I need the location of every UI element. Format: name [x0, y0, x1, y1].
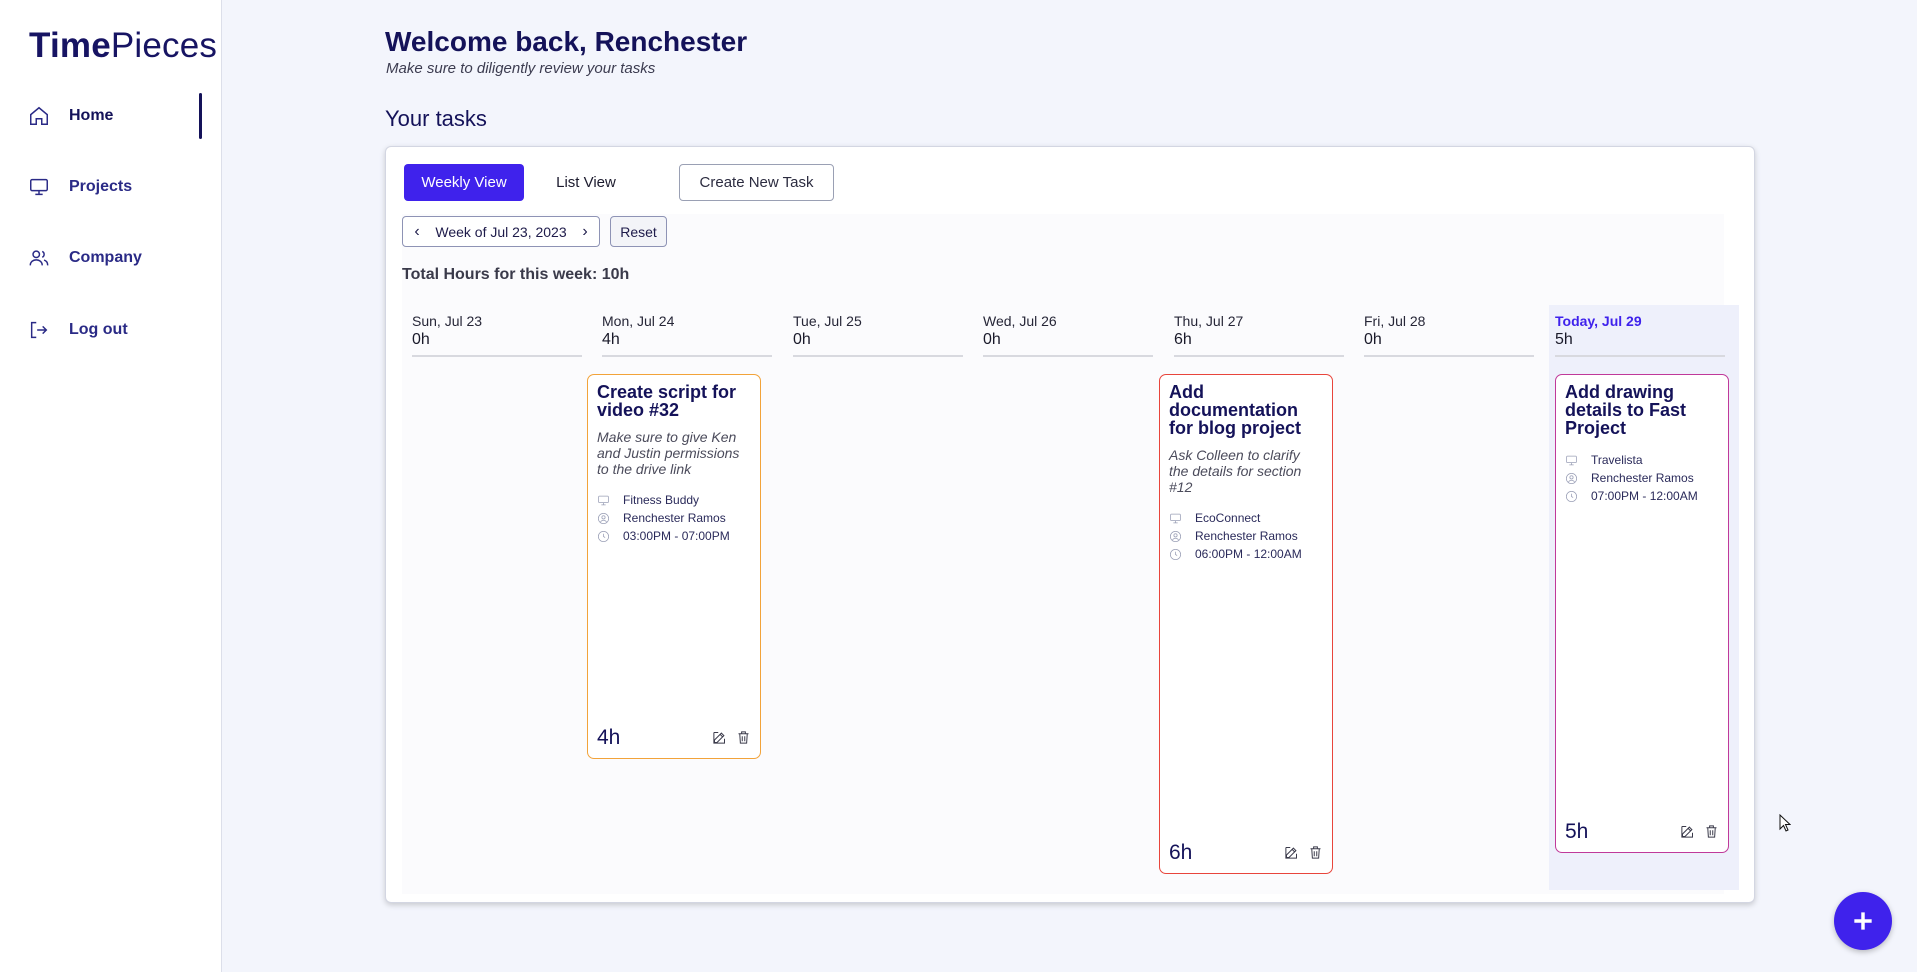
task-hours: 5h [1565, 820, 1589, 843]
day-hours: 0h [1364, 331, 1382, 348]
day-hours: 6h [1174, 331, 1192, 348]
task-assignee-label: Renchester Ramos [623, 511, 726, 525]
day-hours: 0h [793, 331, 811, 348]
task-project: Travelista [1565, 451, 1719, 469]
plus-icon [1854, 912, 1872, 930]
home-icon [30, 106, 48, 125]
trash-icon[interactable] [1308, 845, 1323, 860]
day-header: Tue, Jul 25 0h [793, 313, 963, 357]
sidebar-item-logout[interactable]: Log out [28, 307, 202, 353]
task-assignee-label: Renchester Ramos [1195, 529, 1298, 543]
task-time-label: 03:00PM - 07:00PM [623, 529, 730, 543]
chevron-left-icon[interactable]: ‹ [411, 223, 423, 241]
trash-icon[interactable] [1704, 824, 1719, 839]
total-hours: Total Hours for this week: 10h [402, 266, 630, 283]
day-name: Sun, Jul 23 [412, 313, 483, 329]
day-header: Thu, Jul 27 6h [1174, 313, 1344, 357]
sidebar-item-label: Home [69, 107, 114, 124]
task-title: Add documentation for blog project [1169, 382, 1301, 438]
sidebar-item-projects[interactable]: Projects [28, 164, 202, 210]
task-assignee-label: Renchester Ramos [1591, 471, 1694, 485]
user-circle-icon [597, 512, 610, 524]
add-task-fab[interactable] [1834, 892, 1892, 950]
task-time: 03:00PM - 07:00PM [597, 527, 751, 545]
edit-icon[interactable] [712, 730, 727, 745]
sidebar-item-label: Projects [69, 178, 133, 195]
task-time: 06:00PM - 12:00AM [1169, 545, 1323, 563]
day-name: Tue, Jul 25 [793, 313, 862, 329]
users-icon [29, 250, 49, 266]
day-name: Mon, Jul 24 [602, 313, 675, 329]
weekly-calendar: ‹ Week of Jul 23, 2023 › Reset Total Hou… [402, 214, 1739, 894]
clock-icon [1565, 490, 1578, 502]
clock-icon [1169, 548, 1182, 560]
monitor-icon [30, 178, 48, 196]
task-project: EcoConnect [1169, 509, 1323, 527]
list-view-button[interactable]: List View [546, 164, 626, 201]
day-header-today: Today, Jul 29 5h [1555, 313, 1725, 357]
task-card[interactable]: Add documentation for blog project Ask C… [1159, 374, 1333, 874]
user-circle-icon [1565, 472, 1578, 484]
task-title: Create script for video #32 [597, 382, 737, 420]
monitor-icon [1170, 513, 1181, 523]
sidebar-item-company[interactable]: Company [28, 235, 202, 281]
week-label: Week of Jul 23, 2023 [435, 223, 567, 240]
week-selector: ‹ Week of Jul 23, 2023 › [402, 216, 600, 247]
task-hours: 6h [1169, 841, 1193, 864]
monitor-icon [598, 495, 609, 505]
app-logo[interactable]: TimePieces [29, 26, 217, 66]
day-name: Thu, Jul 27 [1174, 313, 1244, 329]
reset-button[interactable]: Reset [610, 216, 667, 247]
create-task-button[interactable]: Create New Task [679, 164, 834, 201]
day-hours: 0h [983, 331, 1001, 348]
day-header: Mon, Jul 24 4h [602, 313, 772, 357]
task-time-label: 07:00PM - 12:00AM [1591, 489, 1698, 503]
task-time: 07:00PM - 12:00AM [1565, 487, 1719, 505]
task-card[interactable]: Create script for video #32 Make sure to… [587, 374, 761, 759]
day-hours: 0h [412, 331, 430, 348]
task-time-label: 06:00PM - 12:00AM [1195, 547, 1302, 561]
day-header: Sun, Jul 23 0h [412, 313, 582, 357]
mouse-cursor-icon [1779, 814, 1791, 832]
logout-icon [30, 321, 48, 339]
monitor-icon [1566, 455, 1577, 465]
day-name: Today, Jul 29 [1555, 313, 1642, 329]
page-title: Welcome back, Renchester [385, 26, 748, 57]
sidebar-item-label: Log out [69, 321, 128, 338]
day-header: Wed, Jul 26 0h [983, 313, 1153, 357]
task-hours: 4h [597, 726, 621, 749]
trash-icon[interactable] [736, 730, 751, 745]
user-circle-icon [1169, 530, 1182, 542]
task-assignee: Renchester Ramos [1565, 469, 1719, 487]
day-hours: 4h [602, 331, 620, 348]
day-name: Wed, Jul 26 [983, 313, 1057, 329]
edit-icon[interactable] [1284, 845, 1299, 860]
day-header: Fri, Jul 28 0h [1364, 313, 1534, 357]
sidebar: TimePieces Home Projects Company Log out [0, 0, 222, 972]
section-title: Your tasks [385, 106, 487, 131]
page-subtitle: Make sure to diligently review your task… [386, 60, 656, 77]
task-project-label: Travelista [1591, 453, 1643, 467]
chevron-right-icon[interactable]: › [579, 223, 591, 241]
clock-icon [597, 530, 610, 542]
day-hours: 5h [1555, 331, 1573, 348]
task-assignee: Renchester Ramos [1169, 527, 1323, 545]
task-description: Make sure to give Ken and Justin permiss… [597, 429, 740, 477]
task-assignee: Renchester Ramos [597, 509, 751, 527]
task-project-label: EcoConnect [1195, 511, 1261, 525]
day-name: Fri, Jul 28 [1364, 313, 1426, 329]
task-description: Ask Colleen to clarify the details for s… [1169, 447, 1302, 495]
task-project-label: Fitness Buddy [623, 493, 700, 507]
tasks-panel: Weekly View List View Create New Task ‹ … [385, 146, 1755, 903]
task-card[interactable]: Add drawing details to Fast Project Trav… [1555, 374, 1729, 853]
sidebar-item-label: Company [69, 249, 142, 266]
task-title: Add drawing details to Fast Project [1565, 382, 1687, 438]
sidebar-item-home[interactable]: Home [28, 93, 202, 139]
task-project: Fitness Buddy [597, 491, 751, 509]
edit-icon[interactable] [1680, 824, 1695, 839]
weekly-view-button[interactable]: Weekly View [404, 164, 524, 201]
